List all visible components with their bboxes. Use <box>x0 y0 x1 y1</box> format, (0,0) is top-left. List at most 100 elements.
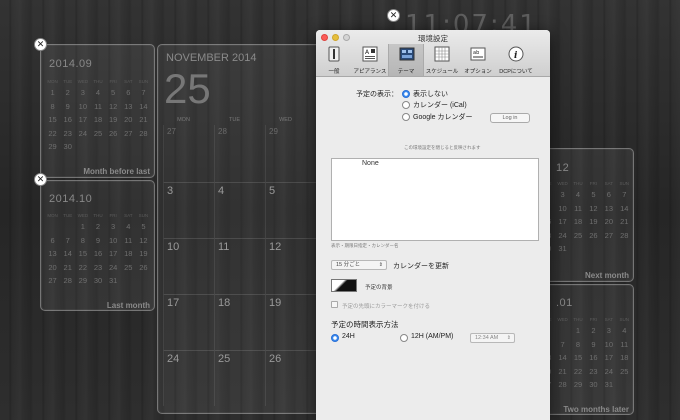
day-cell[interactable]: 17 <box>601 351 616 365</box>
day-cell[interactable]: 30 <box>586 378 601 392</box>
day-cell[interactable]: 18 <box>214 294 265 350</box>
close-clock-icon[interactable]: ✕ <box>387 9 400 22</box>
day-cell[interactable]: 5 <box>586 188 601 202</box>
color-mark-checkbox[interactable] <box>331 301 338 308</box>
day-cell[interactable]: 24 <box>555 229 570 243</box>
day-cell[interactable]: 24 <box>75 127 90 141</box>
day-cell[interactable]: 17 <box>163 294 214 350</box>
day-cell[interactable]: 12 <box>586 202 601 216</box>
day-cell[interactable]: 25 <box>214 350 265 406</box>
day-cell[interactable]: 28 <box>136 127 151 141</box>
day-cell[interactable]: 5 <box>136 220 151 234</box>
day-cell[interactable]: 1 <box>570 324 585 338</box>
day-cell[interactable]: 10 <box>75 100 90 114</box>
day-cell[interactable]: 23 <box>90 261 105 275</box>
day-cell[interactable]: 13 <box>121 100 136 114</box>
day-cell[interactable]: 4 <box>90 86 105 100</box>
day-cell[interactable]: 20 <box>601 215 616 229</box>
day-cell[interactable]: 17 <box>555 215 570 229</box>
day-cell[interactable]: 15 <box>570 351 585 365</box>
day-cell[interactable]: 23 <box>60 127 75 141</box>
day-cell[interactable] <box>570 242 585 256</box>
day-cell[interactable]: 14 <box>60 247 75 261</box>
day-cell[interactable]: 31 <box>601 378 616 392</box>
day-cell[interactable]: 12 <box>136 234 151 248</box>
day-cell[interactable]: 16 <box>586 351 601 365</box>
day-cell[interactable]: 18 <box>617 351 632 365</box>
day-cell[interactable]: 1 <box>45 86 60 100</box>
calendar-list[interactable]: None <box>331 158 539 241</box>
day-cell[interactable]: 22 <box>75 261 90 275</box>
day-cell[interactable]: 15 <box>75 247 90 261</box>
day-cell[interactable]: 15 <box>45 113 60 127</box>
day-cell[interactable]: 22 <box>570 365 585 379</box>
close-prev-month-icon[interactable]: ✕ <box>34 38 47 51</box>
day-cell[interactable]: 17 <box>106 247 121 261</box>
day-cell[interactable]: 8 <box>45 100 60 114</box>
day-cell[interactable]: 7 <box>555 338 570 352</box>
day-cell[interactable]: 27 <box>163 125 214 182</box>
day-cell[interactable] <box>617 378 632 392</box>
day-cell[interactable]: 2 <box>586 324 601 338</box>
day-cell[interactable]: 8 <box>570 338 585 352</box>
day-cell[interactable]: 6 <box>45 234 60 248</box>
day-cell[interactable]: 18 <box>90 113 105 127</box>
day-cell[interactable]: 16 <box>60 113 75 127</box>
day-cell[interactable]: 25 <box>121 261 136 275</box>
day-cell[interactable]: 20 <box>45 261 60 275</box>
day-cell[interactable]: 14 <box>555 351 570 365</box>
day-cell[interactable]: 2 <box>90 220 105 234</box>
day-cell[interactable]: 6 <box>601 188 616 202</box>
day-cell[interactable]: 1 <box>75 220 90 234</box>
day-cell[interactable]: 31 <box>555 242 570 256</box>
day-cell[interactable]: 11 <box>214 238 265 294</box>
day-cell[interactable]: 4 <box>617 324 632 338</box>
day-cell[interactable]: 28 <box>617 229 632 243</box>
day-cell[interactable]: 10 <box>163 238 214 294</box>
tab-options[interactable]: ab オプション <box>460 44 496 76</box>
day-cell[interactable]: 21 <box>617 215 632 229</box>
day-cell[interactable]: 10 <box>555 202 570 216</box>
day-cell[interactable]: 11 <box>121 234 136 248</box>
tab-about[interactable]: i DCPについて <box>496 44 536 76</box>
day-cell[interactable]: 13 <box>601 202 616 216</box>
day-cell[interactable]: 2 <box>60 86 75 100</box>
day-cell[interactable]: 12 <box>106 100 121 114</box>
day-cell[interactable]: 3 <box>163 182 214 238</box>
day-cell[interactable] <box>617 242 632 256</box>
day-cell[interactable]: 7 <box>617 188 632 202</box>
day-cell[interactable]: 3 <box>601 324 616 338</box>
background-color-swatch[interactable] <box>331 279 357 292</box>
day-cell[interactable]: 27 <box>601 229 616 243</box>
day-cell[interactable]: 5 <box>106 86 121 100</box>
day-cell[interactable]: 21 <box>60 261 75 275</box>
day-cell[interactable]: 19 <box>106 113 121 127</box>
login-button[interactable]: Log in <box>490 113 530 123</box>
tab-theme[interactable]: テーマ <box>388 44 424 76</box>
time-example-select[interactable]: 12:34 AM ⇕ <box>470 333 515 343</box>
day-cell[interactable]: 19 <box>136 247 151 261</box>
day-cell[interactable]: 4 <box>570 188 585 202</box>
radio-ical[interactable] <box>402 101 410 109</box>
day-cell[interactable]: 10 <box>106 234 121 248</box>
day-cell[interactable]: 28 <box>214 125 265 182</box>
day-cell[interactable]: 29 <box>265 125 316 182</box>
close-last-month-icon[interactable]: ✕ <box>34 173 47 186</box>
day-cell[interactable]: 27 <box>121 127 136 141</box>
tab-schedule[interactable]: スケジュール <box>424 44 460 76</box>
day-cell[interactable]: 31 <box>106 274 121 288</box>
radio-24h[interactable] <box>331 334 339 342</box>
day-cell[interactable]: 8 <box>75 234 90 248</box>
day-cell[interactable]: 20 <box>121 113 136 127</box>
day-cell[interactable]: 28 <box>60 274 75 288</box>
radio-google[interactable] <box>402 113 410 121</box>
radio-12h[interactable] <box>400 334 408 342</box>
day-cell[interactable]: 27 <box>45 274 60 288</box>
day-cell[interactable] <box>555 324 570 338</box>
day-cell[interactable]: 11 <box>570 202 585 216</box>
day-cell[interactable]: 24 <box>106 261 121 275</box>
day-cell[interactable]: 16 <box>90 247 105 261</box>
refresh-interval-select[interactable]: 15 分ごと ⇕ <box>331 260 387 270</box>
day-cell[interactable]: 22 <box>45 127 60 141</box>
day-cell[interactable]: 21 <box>555 365 570 379</box>
